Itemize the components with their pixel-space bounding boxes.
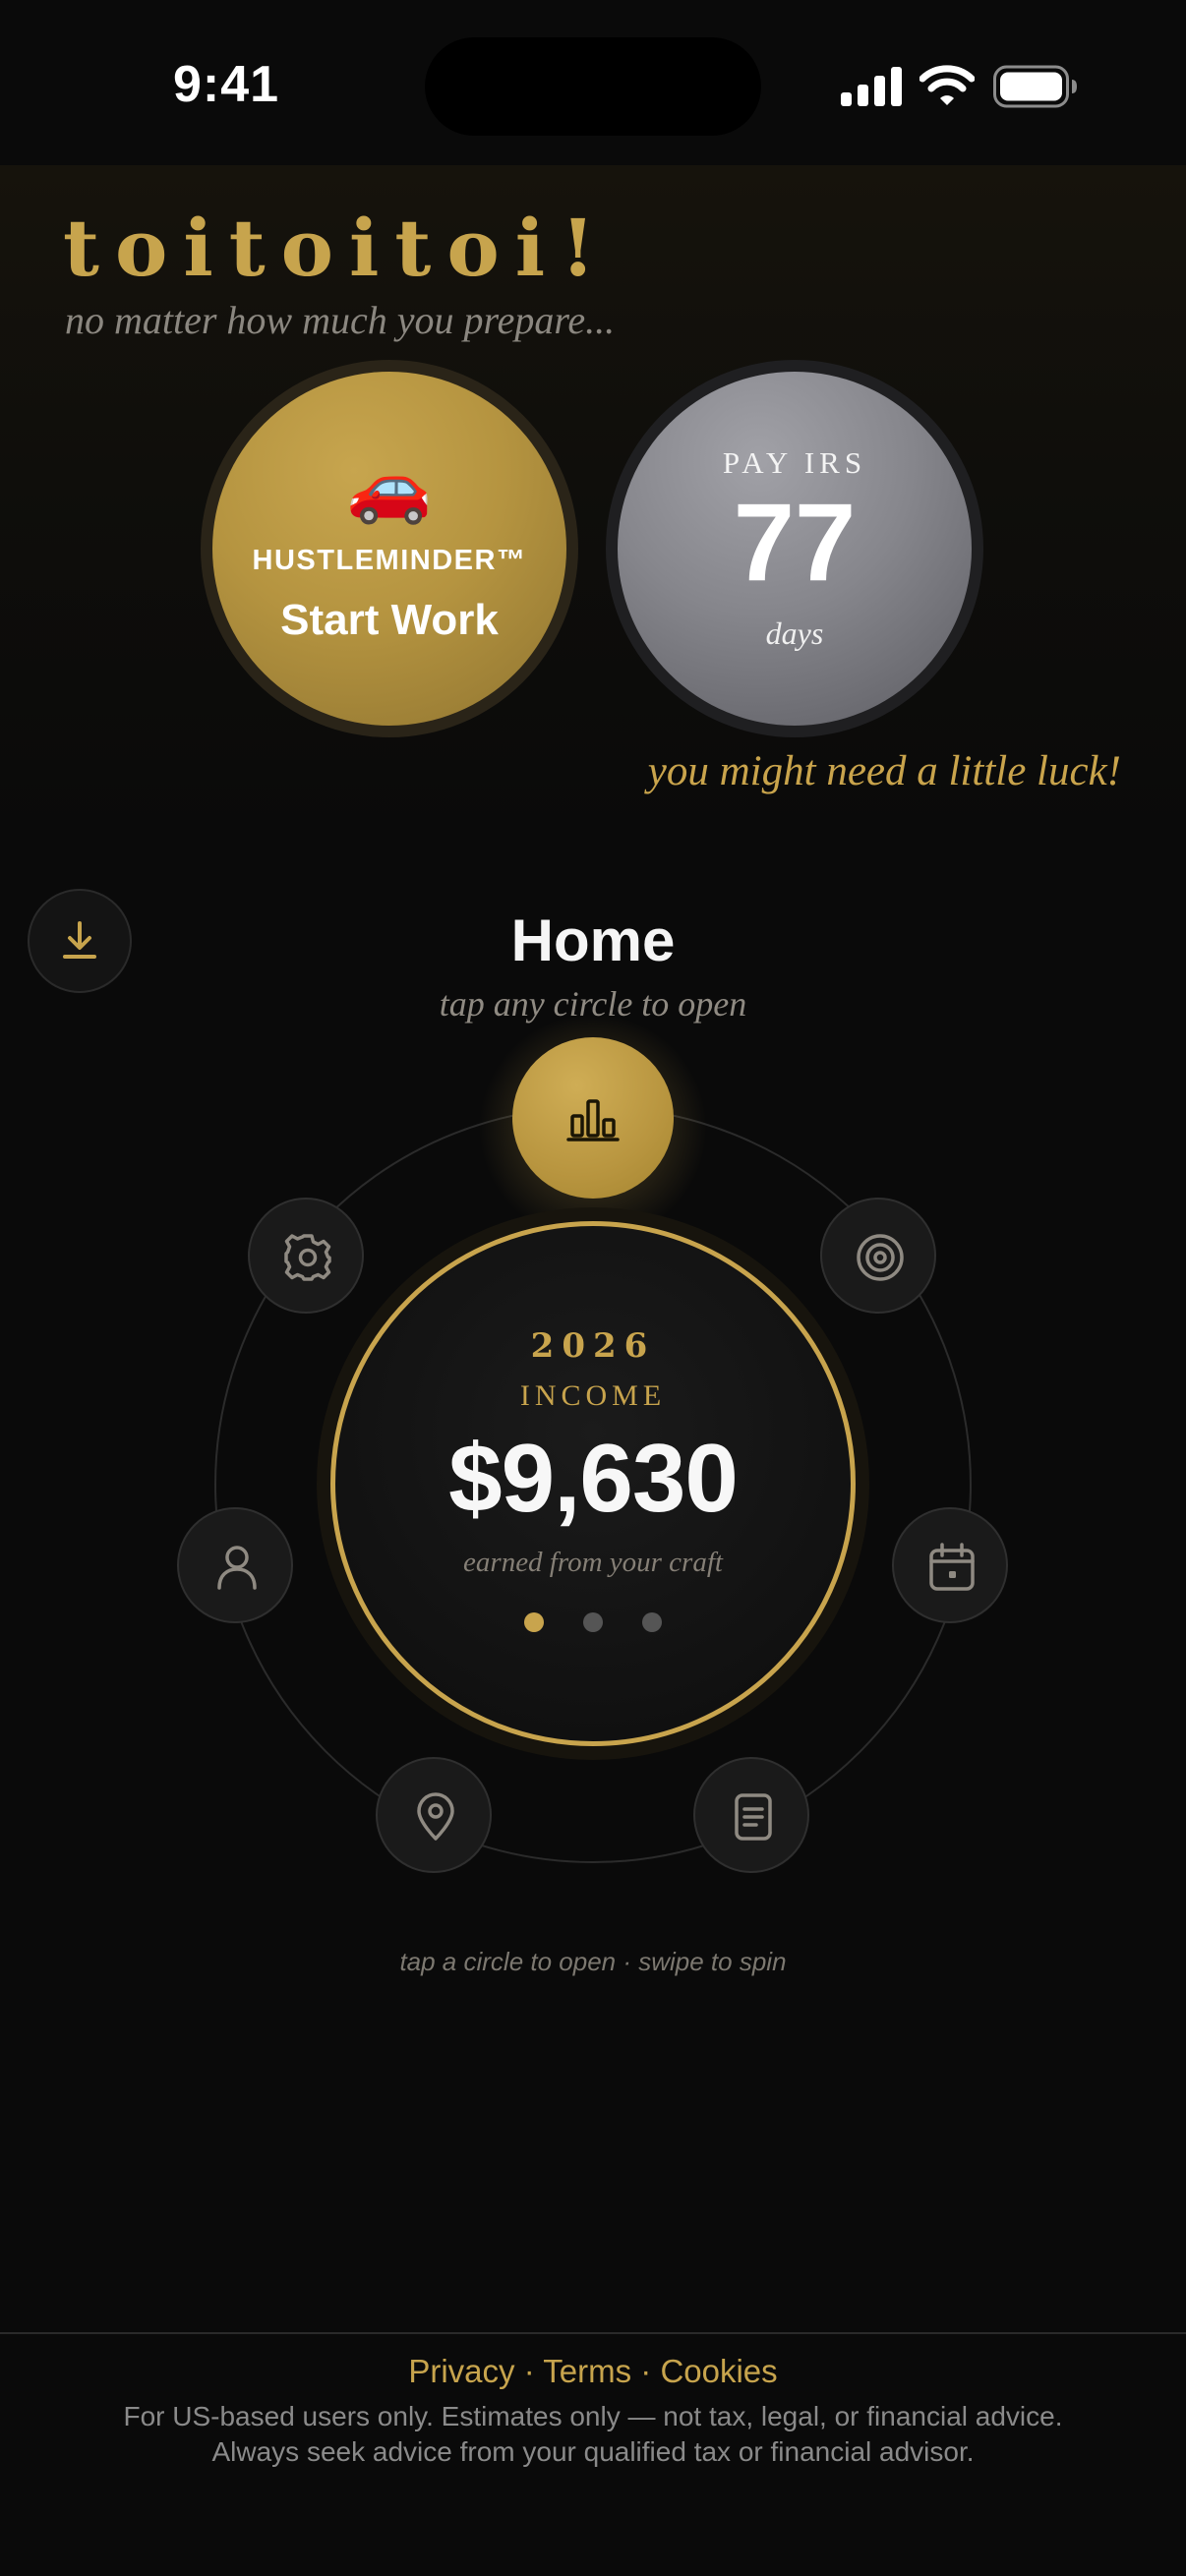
start-work-label: Start Work [280,596,499,644]
luck-tagline: you might need a little luck! [647,748,1121,794]
footer-separator: · [640,2353,661,2389]
gear-icon [284,1234,331,1281]
orbit-hint: tap a circle to open · swipe to spin [399,1947,787,1976]
cellular-signal-icon [841,67,902,106]
orbit-item-goals[interactable] [820,1198,936,1314]
income-label: INCOME [519,1379,667,1412]
hustleminder-start-work-button[interactable]: 🚗 HUSTLEMINDER™ Start Work [212,372,566,726]
privacy-link[interactable]: Privacy [408,2353,514,2389]
terms-link[interactable]: Terms [543,2353,631,2389]
orbit-item-stats[interactable] [512,1037,674,1199]
page-indicator-dot[interactable] [642,1612,662,1632]
orbit-item-locations[interactable] [376,1757,492,1873]
pay-irs-countdown-button[interactable]: PAY IRS 77 days [618,372,972,726]
dynamic-island [425,37,761,136]
brand-tagline: no matter how much you prepare... [65,298,616,342]
brand-title: toitoitoi! [63,202,612,294]
status-time: 9:41 [173,56,280,113]
target-icon [857,1234,904,1281]
orbit-item-profile[interactable] [177,1507,293,1623]
battery-icon [993,65,1078,108]
irs-days-count: 77 [733,481,857,604]
page-title: Home [510,907,676,973]
person-icon [217,1546,257,1590]
orbit-item-settings[interactable] [248,1198,364,1314]
document-icon [735,1793,772,1841]
wifi-icon [919,65,976,106]
pay-irs-label: PAY IRS [722,445,867,480]
income-value: $9,630 [448,1424,739,1532]
disclaimer-text: For US-based users only. Estimates only … [123,2401,1063,2431]
footer-separator: · [523,2353,544,2389]
cookies-link[interactable]: Cookies [660,2353,777,2389]
orbit-item-calendar[interactable] [892,1507,1008,1623]
calendar-icon [929,1543,975,1591]
car-icon: 🚗 [346,448,433,525]
location-pin-icon [417,1792,454,1841]
income-summary-card[interactable]: 2026 INCOME $9,630 earned from your craf… [330,1221,856,1746]
footer-divider [0,2332,1186,2334]
income-year: 2026 [530,1326,656,1366]
bar-chart-icon [566,1099,620,1142]
income-note: earned from your craft [463,1547,723,1578]
disclaimer-text: Always seek advice from your qualified t… [211,2436,975,2467]
hustleminder-label: HUSTLEMINDER™ [252,545,527,576]
page-indicator-dot[interactable] [583,1612,603,1632]
orbit-item-documents[interactable] [693,1757,809,1873]
page-indicator-dot-active[interactable] [524,1612,544,1632]
irs-days-unit: days [765,615,824,651]
footer-links: Privacy · Terms · Cookies [0,2353,1186,2390]
